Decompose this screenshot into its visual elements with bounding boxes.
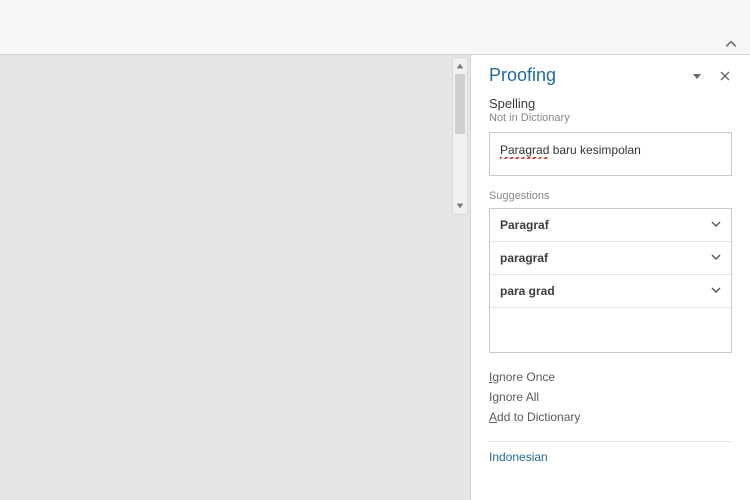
ribbon-collapse-button[interactable] bbox=[724, 37, 738, 51]
suggestion-item[interactable]: paragraf bbox=[490, 242, 731, 275]
chevron-up-icon bbox=[725, 38, 737, 50]
action-label: Ignore Once bbox=[489, 370, 555, 384]
suggestion-text: para grad bbox=[500, 284, 711, 298]
sentence-rest: baru kesimpolan bbox=[549, 143, 640, 157]
actions-group: Ignore Once Ignore All Add to Dictionary bbox=[489, 367, 732, 427]
not-in-dictionary-label: Not in Dictionary bbox=[489, 112, 732, 124]
language-link[interactable]: Indonesian bbox=[489, 450, 732, 464]
suggestion-dropdown[interactable] bbox=[711, 218, 721, 232]
suggestions-empty-area bbox=[490, 308, 731, 352]
scroll-thumb[interactable] bbox=[455, 74, 465, 134]
pane-close-button[interactable] bbox=[718, 69, 732, 83]
suggestion-dropdown[interactable] bbox=[711, 251, 721, 265]
vertical-scrollbar[interactable] bbox=[452, 57, 468, 215]
scroll-up-button[interactable] bbox=[453, 58, 467, 74]
document-area[interactable] bbox=[0, 55, 470, 500]
language-label: Indonesian bbox=[489, 450, 548, 464]
triangle-up-icon bbox=[456, 62, 464, 70]
chevron-down-icon bbox=[711, 252, 721, 262]
add-to-dictionary-link[interactable]: Add to Dictionary bbox=[489, 407, 732, 427]
scroll-track[interactable] bbox=[453, 74, 467, 198]
proofing-pane: Proofing Spelling Not in Dictionary Para… bbox=[470, 55, 750, 500]
workspace: Proofing Spelling Not in Dictionary Para… bbox=[0, 55, 750, 500]
ignore-all-link[interactable]: Ignore All bbox=[489, 387, 732, 407]
scroll-down-button[interactable] bbox=[453, 198, 467, 214]
suggestions-list: Paragraf paragraf para grad bbox=[489, 208, 732, 353]
action-label: Ignore All bbox=[489, 390, 539, 404]
pane-header: Proofing bbox=[489, 65, 732, 86]
close-icon bbox=[720, 71, 730, 81]
suggestion-text: paragraf bbox=[500, 251, 711, 265]
error-word: Paragrad bbox=[500, 143, 549, 157]
chevron-down-icon bbox=[711, 219, 721, 229]
suggestion-item[interactable]: Paragraf bbox=[490, 209, 731, 242]
pane-controls bbox=[690, 69, 732, 83]
divider bbox=[489, 441, 732, 442]
pane-title: Proofing bbox=[489, 65, 690, 86]
suggestion-item[interactable]: para grad bbox=[490, 275, 731, 308]
suggestion-dropdown[interactable] bbox=[711, 284, 721, 298]
suggestion-text: Paragraf bbox=[500, 218, 711, 232]
chevron-down-icon bbox=[711, 285, 721, 295]
spelling-section-label: Spelling bbox=[489, 96, 732, 111]
pane-options-button[interactable] bbox=[690, 69, 704, 83]
action-label: Add to Dictionary bbox=[489, 410, 580, 424]
suggestions-label: Suggestions bbox=[489, 190, 732, 202]
ignore-once-link[interactable]: Ignore Once bbox=[489, 367, 732, 387]
not-in-dictionary-box[interactable]: Paragrad baru kesimpolan bbox=[489, 132, 732, 176]
ribbon-placeholder bbox=[0, 0, 750, 55]
triangle-down-icon bbox=[692, 71, 702, 81]
triangle-down-icon bbox=[456, 202, 464, 210]
